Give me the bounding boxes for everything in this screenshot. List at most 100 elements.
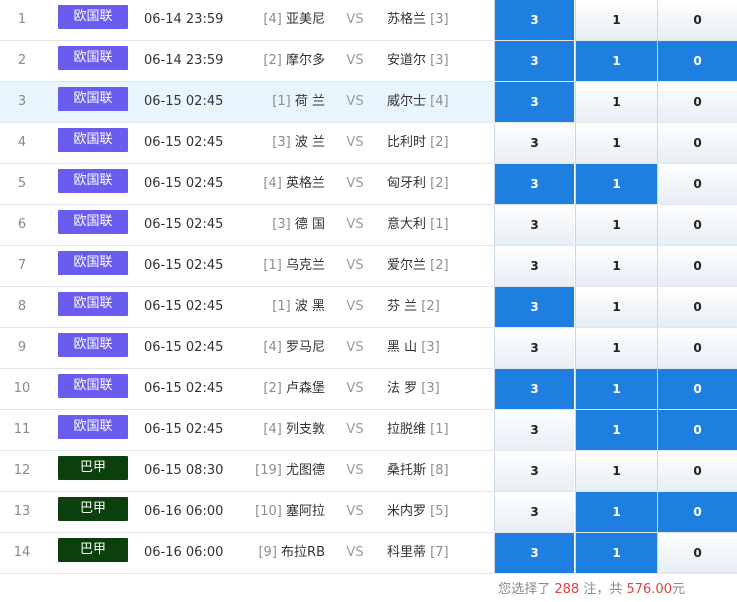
league-badge[interactable]: 欧国联 — [58, 374, 128, 398]
home-team[interactable]: [3] 德 国 — [232, 205, 325, 245]
option-draw-button[interactable]: 1 — [575, 123, 657, 163]
option-win-button[interactable]: 3 — [494, 287, 574, 327]
option-draw-button[interactable]: 1 — [575, 328, 657, 368]
option-lose-button[interactable]: 0 — [657, 287, 737, 327]
match-number: 11 — [13, 422, 31, 437]
option-lose-button[interactable]: 0 — [657, 369, 737, 409]
away-team[interactable]: 意大利 [1] — [387, 205, 492, 245]
home-rank: [1] — [272, 299, 291, 314]
option-draw-button[interactable]: 1 — [575, 82, 657, 122]
option-win-button[interactable]: 3 — [494, 328, 574, 368]
home-team-name: 亚美尼 — [285, 12, 325, 27]
home-team[interactable]: [10] 塞阿拉 — [232, 492, 325, 532]
home-team[interactable]: [4] 英格兰 — [232, 164, 325, 204]
home-team[interactable]: [1] 荷 兰 — [232, 82, 325, 122]
home-rank: [10] — [255, 504, 282, 519]
option-lose-button[interactable]: 0 — [657, 123, 737, 163]
league-badge[interactable]: 欧国联 — [58, 292, 128, 316]
match-number: 7 — [17, 258, 27, 273]
league-badge[interactable]: 欧国联 — [58, 169, 128, 193]
option-draw-button[interactable]: 1 — [575, 205, 657, 245]
option-win-button[interactable]: 3 — [494, 164, 574, 204]
option-win-button[interactable]: 3 — [494, 0, 574, 40]
option-win-button[interactable]: 3 — [494, 451, 574, 491]
option-lose-button[interactable]: 0 — [657, 246, 737, 286]
home-team[interactable]: [1] 波 黑 — [232, 287, 325, 327]
league-badge[interactable]: 巴甲 — [58, 456, 128, 480]
away-team[interactable]: 爱尔兰 [2] — [387, 246, 492, 286]
option-lose-button[interactable]: 0 — [657, 328, 737, 368]
option-win-button[interactable]: 3 — [494, 492, 574, 532]
away-team[interactable]: 比利时 [2] — [387, 123, 492, 163]
home-team[interactable]: [2] 摩尔多 — [232, 41, 325, 81]
option-draw-button[interactable]: 1 — [575, 287, 657, 327]
match-time: 06-15 08:30 — [144, 463, 224, 478]
league-badge[interactable]: 欧国联 — [58, 46, 128, 70]
option-draw-button[interactable]: 1 — [575, 246, 657, 286]
option-draw-button[interactable]: 1 — [575, 41, 657, 81]
league-badge[interactable]: 欧国联 — [58, 87, 128, 111]
league-badge[interactable]: 巴甲 — [58, 497, 128, 521]
option-win-button[interactable]: 3 — [494, 246, 574, 286]
away-team[interactable]: 芬 兰 [2] — [387, 287, 492, 327]
away-team[interactable]: 科里蒂 [7] — [387, 533, 492, 573]
away-rank: [1] — [430, 217, 449, 232]
option-lose-button[interactable]: 0 — [657, 41, 737, 81]
option-lose-button[interactable]: 0 — [657, 164, 737, 204]
option-lose-button[interactable]: 0 — [657, 533, 737, 573]
option-draw-button[interactable]: 1 — [575, 410, 657, 450]
league-badge[interactable]: 欧国联 — [58, 210, 128, 234]
selection-summary: 您选择了 288 注，共 576.00元 — [0, 578, 685, 597]
away-team[interactable]: 法 罗 [3] — [387, 369, 492, 409]
home-team-name: 英格兰 — [285, 176, 325, 191]
home-team[interactable]: [3] 波 兰 — [232, 123, 325, 163]
home-team[interactable]: [4] 列支敦 — [232, 410, 325, 450]
league-badge[interactable]: 欧国联 — [58, 251, 128, 275]
away-team[interactable]: 黑 山 [3] — [387, 328, 492, 368]
home-team[interactable]: [4] 亚美尼 — [232, 0, 325, 40]
home-team[interactable]: [9] 布拉RB — [232, 533, 325, 573]
option-win-button[interactable]: 3 — [494, 82, 574, 122]
match-time: 06-15 02:45 — [144, 381, 224, 396]
option-draw-button[interactable]: 1 — [575, 533, 657, 573]
option-draw-button[interactable]: 1 — [575, 0, 657, 40]
away-team-name: 黑 山 — [387, 340, 418, 355]
away-team-name: 科里蒂 — [387, 545, 427, 560]
league-badge[interactable]: 欧国联 — [58, 5, 128, 29]
league-badge[interactable]: 巴甲 — [58, 538, 128, 562]
away-team[interactable]: 匈牙利 [2] — [387, 164, 492, 204]
option-win-button[interactable]: 3 — [494, 410, 574, 450]
away-team[interactable]: 桑托斯 [8] — [387, 451, 492, 491]
option-win-button[interactable]: 3 — [494, 533, 574, 573]
option-lose-button[interactable]: 0 — [657, 492, 737, 532]
option-win-button[interactable]: 3 — [494, 369, 574, 409]
vs-label: VS — [346, 258, 364, 273]
option-win-button[interactable]: 3 — [494, 41, 574, 81]
option-draw-button[interactable]: 1 — [575, 492, 657, 532]
home-team[interactable]: [2] 卢森堡 — [232, 369, 325, 409]
option-lose-button[interactable]: 0 — [657, 451, 737, 491]
league-badge[interactable]: 欧国联 — [58, 415, 128, 439]
away-team[interactable]: 威尔士 [4] — [387, 82, 492, 122]
away-team[interactable]: 苏格兰 [3] — [387, 0, 492, 40]
home-rank: [1] — [272, 94, 291, 109]
away-team[interactable]: 拉脱维 [1] — [387, 410, 492, 450]
away-team[interactable]: 安道尔 [3] — [387, 41, 492, 81]
match-row: 14 巴甲 06-16 06:00 [9] 布拉RB VS 科里蒂 [7] 3 1 0 — [0, 533, 737, 574]
option-lose-button[interactable]: 0 — [657, 410, 737, 450]
option-draw-button[interactable]: 1 — [575, 369, 657, 409]
match-time: 06-15 02:45 — [144, 258, 224, 273]
home-team[interactable]: [19] 尤图德 — [232, 451, 325, 491]
option-lose-button[interactable]: 0 — [657, 0, 737, 40]
option-win-button[interactable]: 3 — [494, 123, 574, 163]
option-lose-button[interactable]: 0 — [657, 82, 737, 122]
league-badge[interactable]: 欧国联 — [58, 333, 128, 357]
home-team[interactable]: [4] 罗马尼 — [232, 328, 325, 368]
home-team[interactable]: [1] 乌克兰 — [232, 246, 325, 286]
away-team[interactable]: 米内罗 [5] — [387, 492, 492, 532]
league-badge[interactable]: 欧国联 — [58, 128, 128, 152]
option-draw-button[interactable]: 1 — [575, 164, 657, 204]
option-lose-button[interactable]: 0 — [657, 205, 737, 245]
option-draw-button[interactable]: 1 — [575, 451, 657, 491]
option-win-button[interactable]: 3 — [494, 205, 574, 245]
